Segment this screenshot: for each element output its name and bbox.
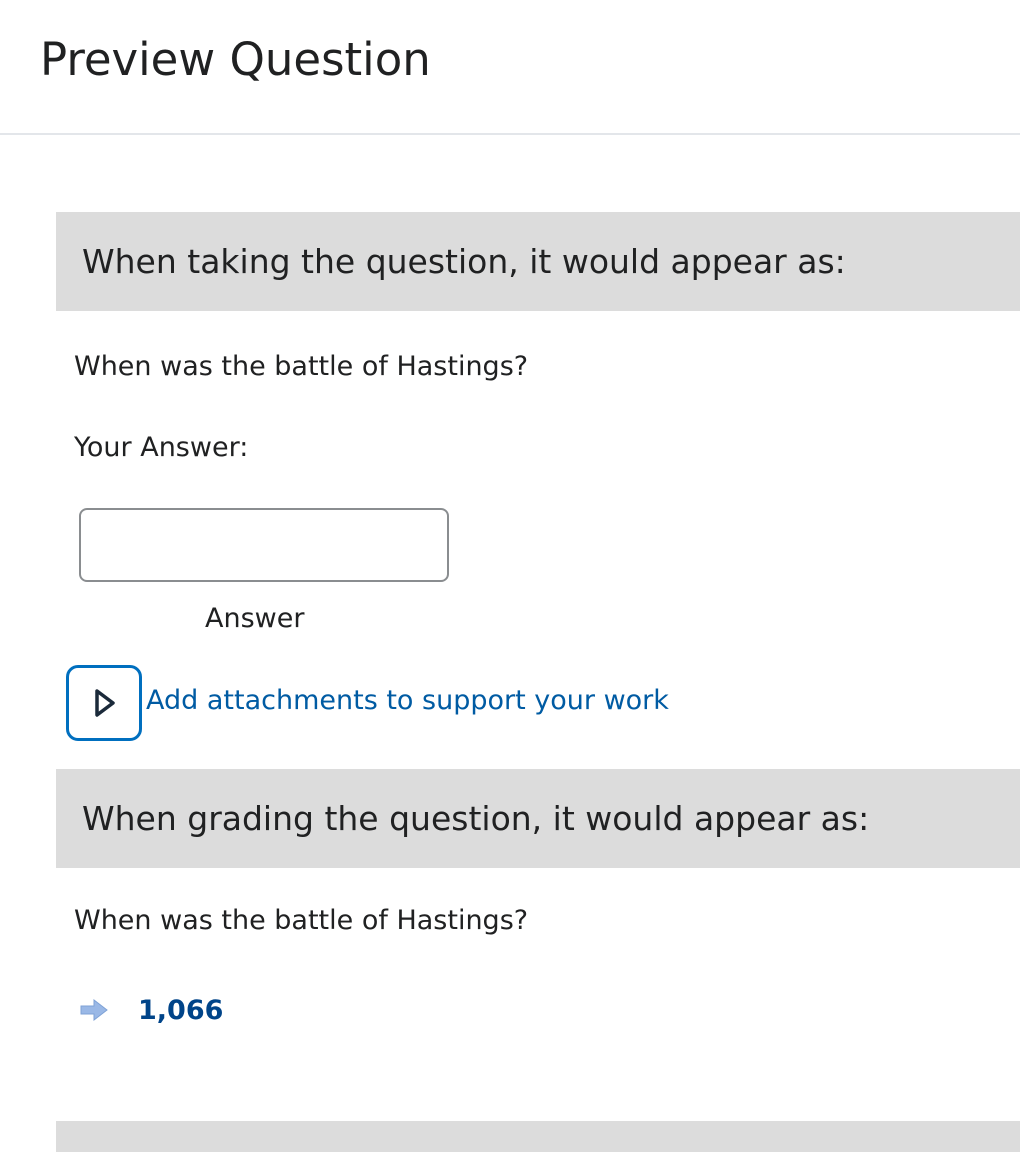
graded-answer-row: 1,066 xyxy=(80,990,223,1030)
your-answer-label: Your Answer: xyxy=(74,432,249,463)
next-section-header xyxy=(56,1121,1020,1152)
add-attachments-link[interactable]: Add attachments to support your work xyxy=(146,683,669,719)
arrow-right-icon xyxy=(80,999,108,1021)
dialog-title: Preview Question xyxy=(40,33,431,86)
preview-question-dialog: Preview Question When taking the questio… xyxy=(0,0,1020,1152)
grading-section-header: When grading the question, it would appe… xyxy=(56,769,1020,868)
graded-question-text: When was the battle of Hastings? xyxy=(74,905,529,936)
taking-section-heading: When taking the question, it would appea… xyxy=(82,242,846,281)
answer-input[interactable] xyxy=(79,508,449,582)
title-divider xyxy=(0,133,1020,135)
grading-section-heading: When grading the question, it would appe… xyxy=(82,799,870,838)
question-text: When was the battle of Hastings? xyxy=(74,351,529,382)
correct-answer-value: 1,066 xyxy=(138,994,224,1026)
answer-caption: Answer xyxy=(205,603,305,634)
chevron-right-icon xyxy=(95,689,115,717)
expand-attachments-button[interactable] xyxy=(66,665,142,741)
taking-section-header: When taking the question, it would appea… xyxy=(56,212,1020,311)
